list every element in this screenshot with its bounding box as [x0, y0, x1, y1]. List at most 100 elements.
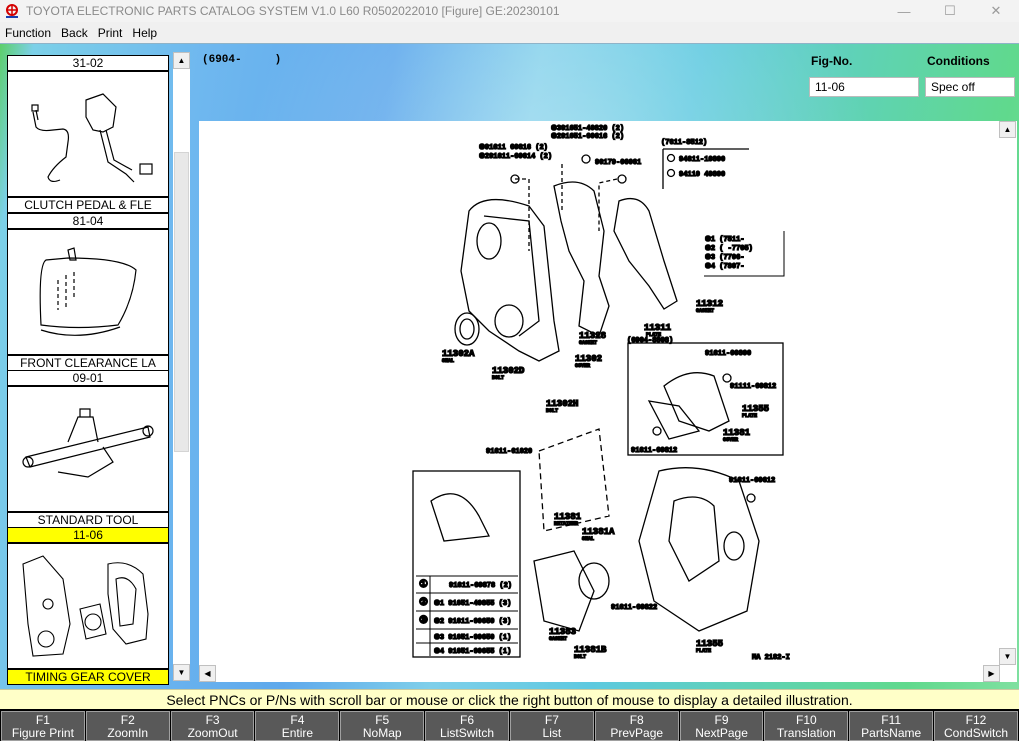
callout-text: (6904-8808): [627, 337, 673, 345]
callout-text: SEAL: [582, 536, 594, 542]
clutch-pedal-thumbnail-image: [8, 72, 168, 196]
f10-translation-button[interactable]: F10 Translation: [764, 711, 849, 741]
title-bar: TOYOTA ELECTRONIC PARTS CATALOG SYSTEM V…: [0, 0, 1019, 22]
maximize-icon[interactable]: ☐: [927, 0, 973, 22]
window-title: TOYOTA ELECTRONIC PARTS CATALOG SYSTEM V…: [26, 4, 560, 18]
canvas-scroll-up-button[interactable]: ▲: [999, 121, 1016, 138]
fkey-label: CondSwitch: [944, 726, 1009, 740]
scrollbar-thumb[interactable]: [174, 152, 189, 452]
app-logo-icon: [4, 3, 20, 19]
callout-text: ※391651-40820 (2): [551, 124, 624, 133]
fkey-label: Figure Print: [11, 726, 74, 740]
f1-figure-print-button[interactable]: F1 Figure Print: [1, 711, 85, 741]
status-message: Select PNCs or P/Ns with scroll bar or m…: [0, 689, 1019, 709]
bolt-table-mark: ③: [419, 615, 428, 627]
thumbnail-name: CLUTCH PEDAL & FLE: [8, 196, 168, 212]
thumbnail-code: 31-02: [8, 56, 168, 72]
thumbnail-name: STANDARD TOOL: [8, 511, 168, 527]
scroll-left-button[interactable]: ◀: [199, 665, 216, 682]
standard-tool-thumbnail-image: [8, 387, 168, 511]
f9-next-page-button[interactable]: F9 NextPage: [679, 711, 764, 741]
callout-text: 90179-06061: [595, 159, 641, 167]
f2-zoom-in-button[interactable]: F2 ZoomIn: [85, 711, 170, 741]
bolt-table-text: ※3 91651-60650 (1): [434, 633, 511, 642]
callout-text: ※291651-60616 (2): [551, 132, 624, 141]
menu-back[interactable]: Back: [56, 26, 93, 40]
inset-box-6904-8808: [627, 342, 784, 456]
figure-thumbnail-list: 31-02 CLUTCH PEDAL & FLE 81-04 FRONT CLE…: [0, 52, 190, 685]
callout-text: COVER: [723, 437, 738, 443]
menu-help[interactable]: Help: [127, 26, 162, 40]
callout-text: 91611-61020: [486, 448, 532, 456]
callout-text: GASKET: [696, 308, 714, 314]
thumbnail-name: TIMING GEAR COVER: [8, 668, 168, 684]
callout-text: ※2 ( -7705): [705, 244, 753, 253]
f8-prev-page-button[interactable]: F8 PrevPage: [594, 711, 679, 741]
bolt-table-text: 91611-60878 (2): [449, 582, 512, 590]
callout-text: SEAL: [442, 358, 454, 364]
callout-text: RETAINER: [554, 521, 578, 527]
callout-text: 94611-10800: [679, 156, 725, 164]
f11-parts-name-button[interactable]: F11 PartsName: [849, 711, 934, 741]
callout-text: 91611-00612: [729, 477, 775, 485]
fkey-label: ZoomIn: [107, 726, 149, 740]
f6-list-switch-button[interactable]: F6 ListSwitch: [425, 711, 509, 741]
f12-cond-switch-button[interactable]: F12 CondSwitch: [934, 711, 1018, 741]
scroll-up-button[interactable]: ▲: [173, 52, 190, 69]
bolt-table-text: ※4 91651-60655 (1): [434, 647, 511, 656]
parts-diagram: ※91611 60816 (2) ※291611-60614 (2) ※3916…: [412, 123, 790, 663]
bolt-table-text: ※2 91611-60650 (3): [434, 617, 511, 626]
fkey-label: PrevPage: [610, 726, 664, 740]
bolt-table-mark: ②: [419, 597, 428, 609]
callout-text: 91611-00800: [705, 350, 751, 358]
menu-function[interactable]: Function: [0, 26, 56, 40]
callout-text: ※3 (7706-: [705, 253, 744, 262]
f5-nomap-button[interactable]: F5 NoMap: [340, 711, 425, 741]
thumbnail-scrollbar[interactable]: ▲ ▼: [173, 52, 190, 681]
bolt-table-mark: ①: [419, 579, 428, 591]
callout-text: BOLT: [574, 654, 586, 660]
callout-text: ※91611 60816 (2): [479, 143, 548, 152]
function-key-bar: F1 Figure Print F2 ZoomIn F3 ZoomOut F4 Enti…: [0, 709, 1019, 741]
canvas-horizontal-scrollbar[interactable]: ◀ ▶: [199, 665, 1000, 682]
callout-text: 94110 40800: [679, 171, 725, 179]
close-icon[interactable]: ✕: [973, 0, 1019, 22]
thumbnail-item[interactable]: 09-01 STANDARD TOOL: [7, 370, 169, 528]
fkey-label: List: [542, 726, 562, 740]
fkey-label: NoMap: [362, 726, 402, 740]
fkey-label: Translation: [776, 726, 836, 740]
callout-text: GASKET: [579, 340, 597, 346]
scroll-down-button[interactable]: ▼: [173, 664, 190, 681]
fig-no-field[interactable]: 11-06: [809, 77, 919, 97]
callout-text: ※4 (7807-: [705, 262, 744, 271]
thumbnail-code: 09-01: [8, 371, 168, 387]
callout-text: (7611-8512): [661, 139, 707, 147]
f3-zoom-out-button[interactable]: F3 ZoomOut: [170, 711, 255, 741]
seal-shape: [454, 312, 480, 346]
bolt-table-text: ※1 91651-40855 (3): [434, 599, 511, 608]
callout-text: PLATE: [742, 413, 757, 419]
callout-text: 91611-60812: [631, 447, 677, 455]
f7-list-button[interactable]: F7 List: [509, 711, 594, 741]
conditions-label: Conditions: [927, 54, 990, 68]
thumbnail-code: 81-04: [8, 214, 168, 230]
canvas-scroll-down-button[interactable]: ▼: [999, 648, 1016, 665]
callout-text: BOLT: [492, 375, 504, 381]
fkey-label: ListSwitch: [440, 726, 495, 740]
thumbnail-item-selected[interactable]: 11-06 TIMING GEAR COVER: [7, 527, 169, 685]
thumbnail-code: 11-06: [8, 528, 168, 544]
front-clearance-lamp-thumbnail-image: [8, 230, 168, 354]
f4-entire-button[interactable]: F4 Entire: [255, 711, 340, 741]
conditions-field[interactable]: Spec off: [925, 77, 1015, 97]
fkey-label: Entire: [281, 726, 314, 740]
thumbnail-item[interactable]: 31-02 CLUTCH PEDAL & FLE: [7, 55, 169, 213]
scroll-right-button[interactable]: ▶: [983, 665, 1000, 682]
callout-text: 91111-60812: [730, 383, 776, 391]
timing-gear-cover-thumbnail-image: [8, 544, 168, 668]
minimize-icon[interactable]: —: [881, 0, 927, 22]
callout-text: 91611-60822: [611, 604, 657, 612]
illustration-canvas[interactable]: ※91611 60816 (2) ※291611-60614 (2) ※3916…: [199, 121, 1017, 682]
menu-print[interactable]: Print: [93, 26, 128, 40]
thumbnail-name: FRONT CLEARANCE LA: [8, 354, 168, 370]
thumbnail-item[interactable]: 81-04 FRONT CLEARANCE LA: [7, 213, 169, 371]
